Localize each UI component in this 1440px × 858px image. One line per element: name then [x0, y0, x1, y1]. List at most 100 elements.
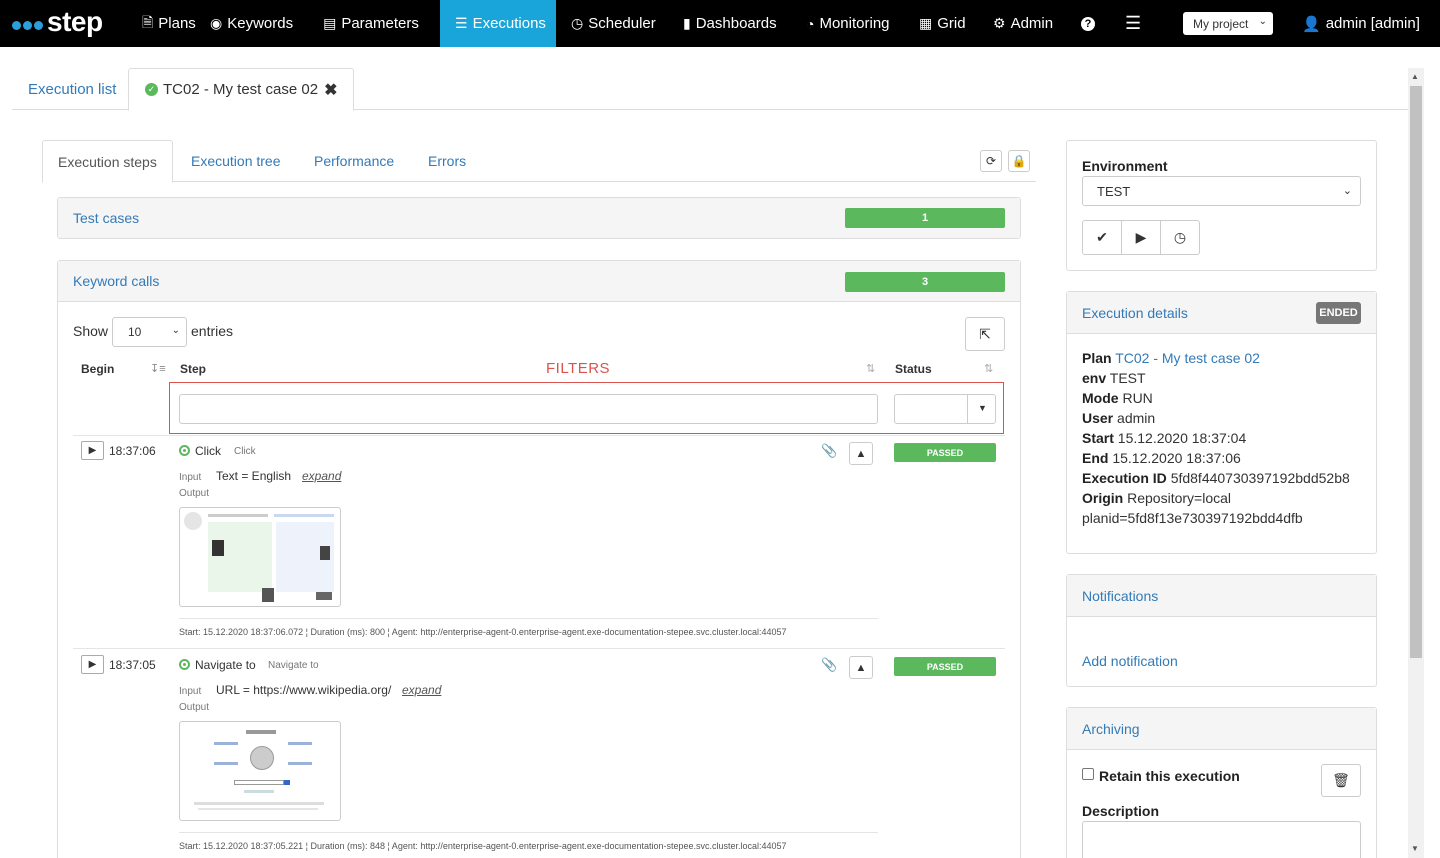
project-select-value: My project	[1193, 16, 1249, 31]
execution-action-buttons: ✔ ▶ ◷	[1082, 220, 1200, 255]
column-step[interactable]: Step	[180, 362, 206, 376]
sort-icon[interactable]: ⇅	[984, 362, 993, 375]
wikipedia-portal-preview	[184, 726, 336, 816]
detail-key: Start	[1082, 430, 1114, 446]
nav-monitoring[interactable]: ◔ Monitoring	[791, 0, 905, 47]
retain-label[interactable]: Retain this execution	[1099, 768, 1240, 784]
trash-icon: 🗑	[1332, 772, 1350, 788]
expand-link[interactable]: expand	[402, 683, 441, 697]
refresh-button[interactable]: ⟳	[980, 150, 1002, 172]
tab-errors[interactable]: Errors	[413, 140, 481, 182]
close-icon[interactable]: ✖	[324, 80, 337, 100]
nav-keywords[interactable]: ◉ Keywords	[196, 0, 308, 47]
chevron-right-icon: ▶	[88, 659, 97, 670]
plan-link[interactable]: TC02 - My test case 02	[1115, 350, 1260, 366]
tab-performance[interactable]: Performance	[299, 140, 409, 182]
tree-view-button[interactable]: ▲	[849, 442, 873, 465]
nav-admin[interactable]: ⚙ Admin	[978, 0, 1068, 47]
scroll-up-icon[interactable]: ▲	[1411, 72, 1419, 81]
detail-value: admin	[1117, 410, 1156, 426]
lock-button[interactable]: 🔒	[1008, 150, 1030, 172]
wikipedia-article-preview	[184, 512, 336, 602]
tab-execution-steps[interactable]: Execution steps	[42, 140, 173, 183]
page-size-select[interactable]: 10 ⌄	[112, 317, 187, 347]
row-divider	[73, 648, 1005, 649]
step-filter-input[interactable]	[179, 394, 878, 424]
expand-row-button[interactable]: ▶	[81, 441, 104, 460]
project-select[interactable]: My project ⌄	[1183, 12, 1273, 35]
select-divider	[967, 395, 968, 423]
check-circle-icon	[179, 445, 190, 456]
detail-user: User admin	[1082, 410, 1155, 426]
caret-down-icon: ▼	[978, 403, 987, 413]
paperclip-icon[interactable]: 📎	[821, 443, 837, 459]
nav-grid[interactable]: ▦ Grid	[904, 0, 981, 47]
clock-icon: ◷	[571, 15, 584, 31]
schedule-button[interactable]: ◷	[1160, 220, 1200, 255]
tab-execution-list[interactable]: Execution list	[12, 68, 132, 110]
detail-key: End	[1082, 450, 1109, 466]
page-tabs: Execution list ✓ TC02 - My test case 02 …	[12, 68, 1408, 111]
description-label: Description	[1082, 803, 1160, 819]
tab-label: Performance	[314, 153, 395, 169]
screenshot-thumbnail[interactable]	[179, 721, 341, 821]
output-label: Output	[179, 702, 210, 713]
user-menu[interactable]: 👤 admin [admin]	[1302, 0, 1420, 47]
keyword-calls-title: Keyword calls	[73, 273, 160, 289]
tab-label: Execution tree	[191, 153, 281, 169]
row-divider	[179, 832, 878, 833]
page-size-value: 10	[128, 325, 142, 339]
nav-label: Parameters	[341, 15, 419, 32]
step-name: Click	[195, 444, 221, 458]
tab-current-execution[interactable]: ✓ TC02 - My test case 02 ✖	[128, 68, 355, 111]
help-icon[interactable]: ?	[1066, 0, 1110, 47]
scroll-down-icon[interactable]: ▼	[1411, 844, 1419, 853]
tab-execution-tree[interactable]: Execution tree	[176, 140, 296, 182]
execution-tabs: Execution steps Execution tree Performan…	[42, 140, 1036, 183]
check-button[interactable]: ✔	[1082, 220, 1122, 255]
environment-label: Environment	[1082, 158, 1168, 174]
tab-label: Execution list	[28, 80, 117, 98]
sort-desc-icon[interactable]: ↧≡	[150, 362, 166, 375]
description-textarea[interactable]	[1082, 821, 1361, 858]
nav-executions[interactable]: ☰ Executions	[440, 0, 556, 47]
nav-dashboards[interactable]: ▮ Dashboards	[668, 0, 792, 47]
input-label: Input	[179, 686, 202, 697]
check-circle-icon	[179, 659, 190, 670]
add-notification-link[interactable]: Add notification	[1082, 653, 1178, 669]
tab-label: TC02 - My test case 02	[163, 81, 319, 98]
tab-label: Errors	[428, 153, 467, 169]
screenshot-thumbnail[interactable]	[179, 507, 341, 607]
sort-icon[interactable]: ⇅	[866, 362, 875, 375]
status-filter-select[interactable]: ▼	[894, 394, 996, 424]
run-button[interactable]: ▶	[1121, 220, 1161, 255]
menu-icon[interactable]: ☰	[1110, 0, 1156, 47]
page-scrollbar[interactable]: ▲ ▼	[1408, 68, 1424, 858]
expand-row-button[interactable]: ▶	[81, 655, 104, 674]
retain-checkbox[interactable]	[1082, 768, 1094, 780]
check-circle-icon: ✓	[145, 83, 158, 96]
tree-view-button[interactable]: ▲	[849, 656, 873, 679]
environment-select[interactable]: TEST ⌄	[1082, 176, 1361, 206]
nav-parameters[interactable]: ▤ Parameters	[308, 0, 434, 47]
delete-button[interactable]: 🗑	[1321, 764, 1361, 797]
brand-logo[interactable]: step	[0, 0, 126, 47]
column-begin[interactable]: Begin	[81, 362, 114, 376]
paperclip-icon[interactable]: 📎	[821, 657, 837, 673]
expand-link[interactable]: expand	[302, 469, 341, 483]
nav-label: Dashboards	[695, 15, 777, 32]
nav-label: Plans	[158, 15, 196, 32]
scrollbar-thumb[interactable]	[1410, 86, 1422, 658]
detail-mode: Mode RUN	[1082, 390, 1153, 406]
detail-value: RUN	[1122, 390, 1153, 406]
nav-scheduler[interactable]: ◷ Scheduler	[556, 0, 671, 47]
sitemap-icon: ▲	[855, 447, 867, 460]
detail-value: 15.12.2020 18:37:04	[1117, 430, 1247, 446]
export-button[interactable]: ⇱	[965, 317, 1005, 351]
column-status[interactable]: Status	[895, 362, 932, 376]
nav-label: Monitoring	[819, 15, 890, 32]
input-value: URL = https://www.wikipedia.org/	[216, 683, 392, 697]
detail-plan: Plan TC02 - My test case 02	[1082, 350, 1260, 366]
nav-plans[interactable]: 🗎 Plans	[126, 0, 196, 47]
logo-dots-icon	[12, 21, 43, 30]
